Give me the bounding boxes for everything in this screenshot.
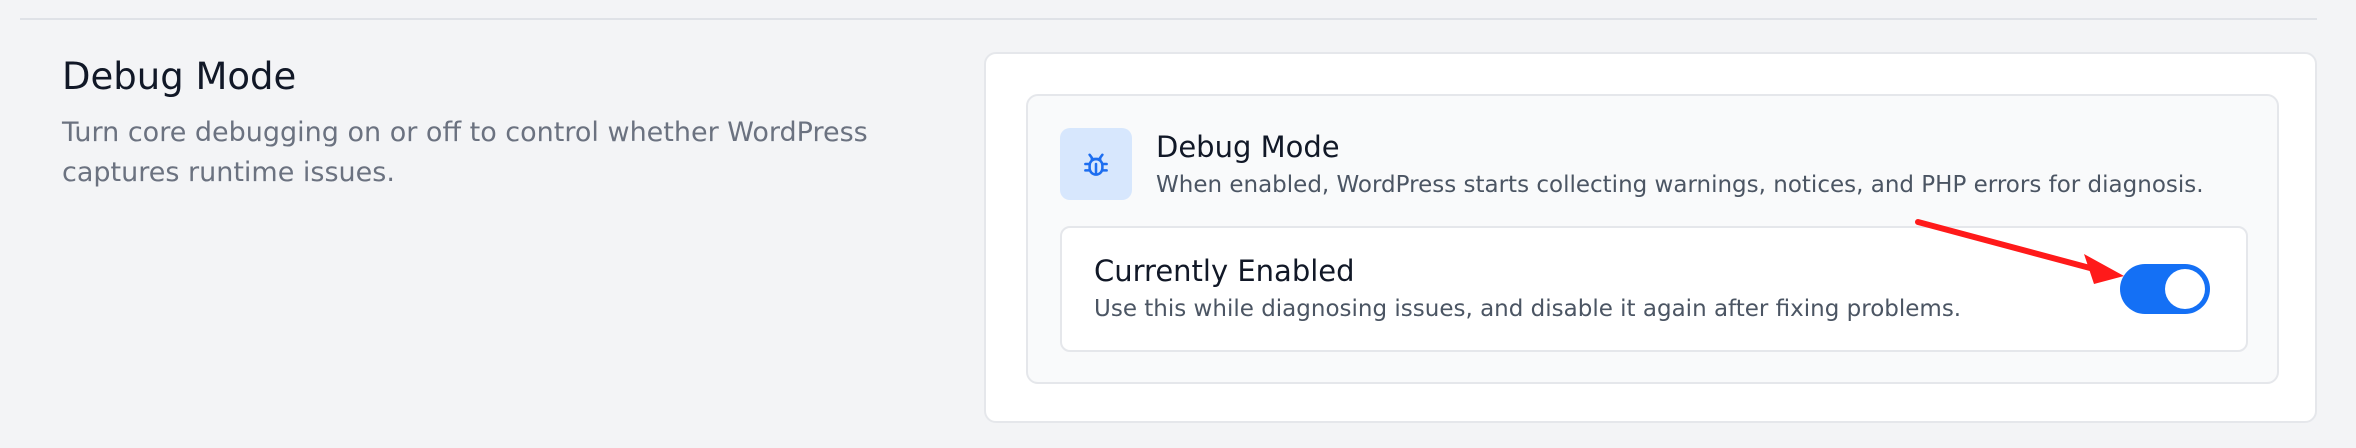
feature-icon-tile	[1060, 128, 1132, 200]
section-header: Debug Mode Turn core debugging on or off…	[62, 55, 922, 193]
section-divider	[20, 18, 2317, 20]
feature-title: Debug Mode	[1156, 130, 1340, 164]
toggle-title: Currently Enabled	[1094, 254, 1355, 288]
section-title: Debug Mode	[62, 55, 297, 98]
section-description: Turn core debugging on or off to control…	[62, 116, 868, 188]
bug-icon	[1084, 153, 1108, 176]
toggle-description: Use this while diagnosing issues, and di…	[1094, 296, 1962, 322]
debug-toggle-row: Currently Enabled Use this while diagnos…	[1060, 226, 2248, 352]
debug-mode-toggle[interactable]	[2120, 264, 2210, 314]
debug-mode-panel: Debug Mode When enabled, WordPress start…	[1026, 94, 2279, 384]
toggle-knob	[2165, 269, 2205, 309]
settings-card: Debug Mode When enabled, WordPress start…	[984, 52, 2317, 423]
feature-description: When enabled, WordPress starts collectin…	[1156, 172, 2204, 198]
